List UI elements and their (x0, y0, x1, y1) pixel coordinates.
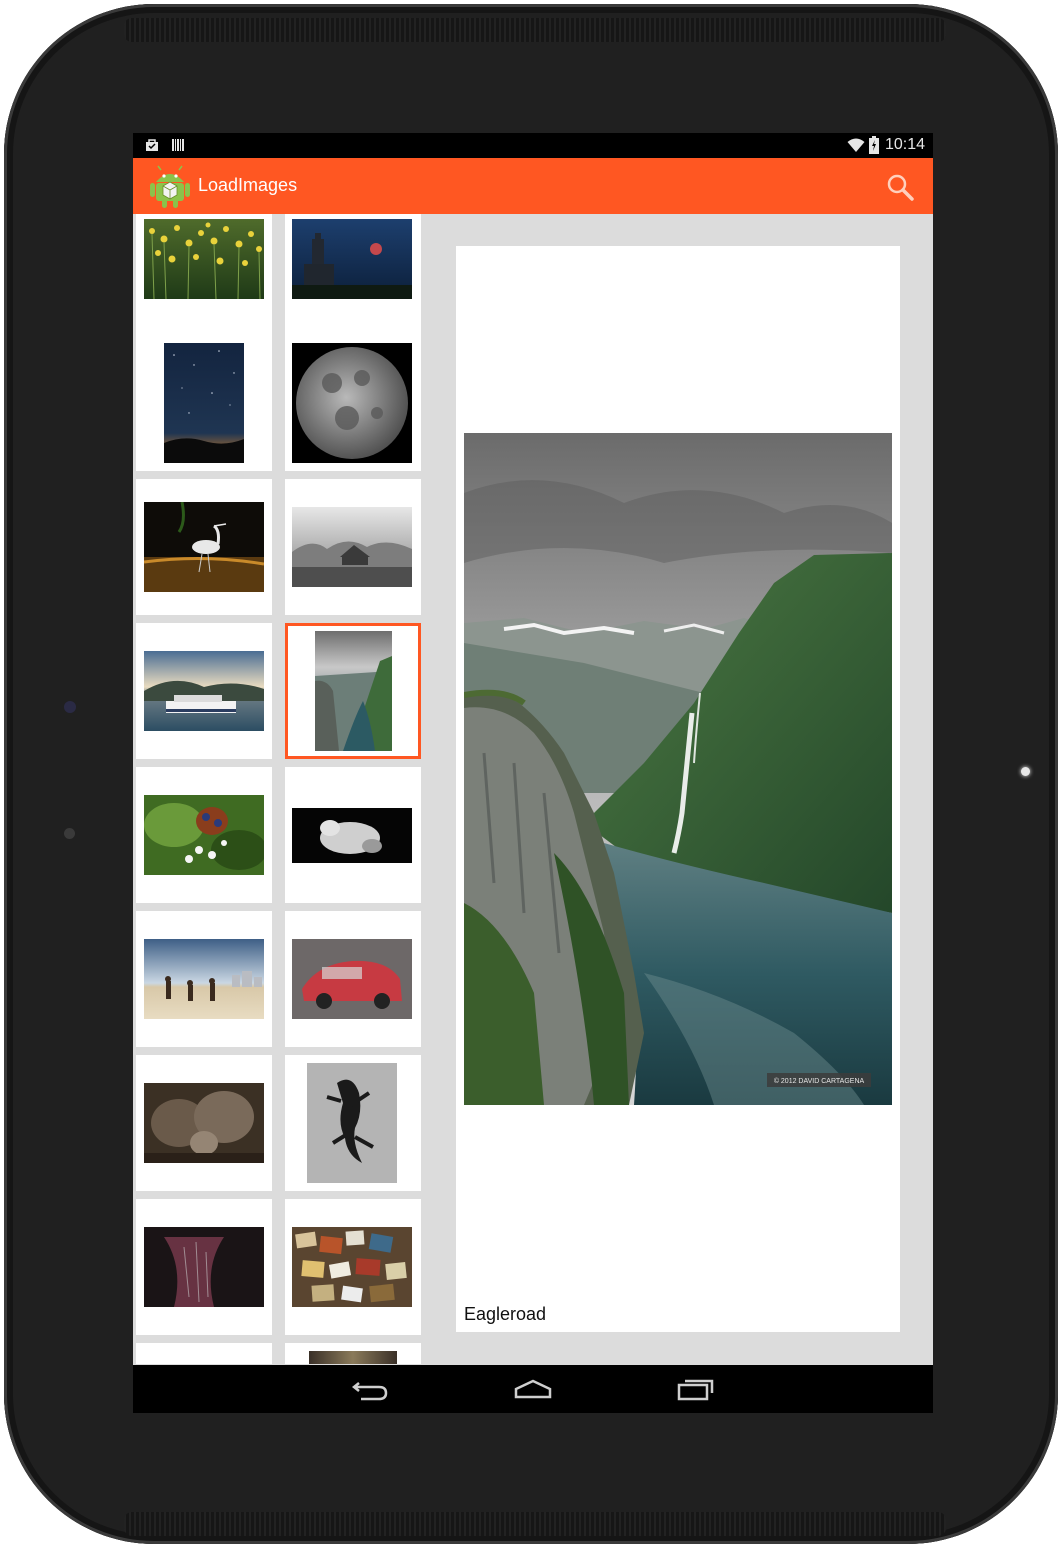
thumbnail-image (292, 507, 412, 587)
thumbnail-cell[interactable] (136, 479, 272, 615)
notification-led (1021, 767, 1030, 776)
thumbnail-cell[interactable] (285, 214, 421, 342)
bottom-speaker-grille (124, 1512, 946, 1536)
barcode-icon (172, 139, 184, 151)
thumbnail-image (164, 343, 244, 463)
detail-title: Eagleroad (464, 1304, 547, 1324)
back-icon[interactable] (351, 1375, 391, 1403)
thumbnail-cell[interactable] (136, 911, 272, 1047)
recents-icon[interactable] (675, 1375, 715, 1403)
thumbnail-image (144, 1083, 264, 1163)
thumbnail-image (292, 808, 412, 863)
thumbnail-cell[interactable] (285, 335, 421, 471)
thumbnail-cell[interactable] (285, 767, 421, 903)
thumbnail-cell[interactable] (285, 911, 421, 1047)
search-icon[interactable] (885, 172, 915, 202)
thumbnail-image (307, 1063, 397, 1183)
thumbnail-grid[interactable] (133, 214, 433, 1364)
clock: 10:14 (884, 136, 925, 153)
thumbnail-cell[interactable] (136, 623, 272, 759)
app-title: LoadImages (198, 175, 298, 195)
wifi-icon (847, 138, 865, 152)
action-bar: LoadImages (133, 158, 933, 214)
thumbnail-cell[interactable] (136, 1343, 272, 1364)
thumbnail-image (315, 631, 392, 751)
thumbnail-cell[interactable] (285, 1055, 421, 1191)
detail-image[interactable]: © 2012 DAVID CARTAGENA (464, 433, 892, 1105)
thumbnail-image (144, 219, 264, 299)
detail-panel: © 2012 DAVID CARTAGENA Eagleroad (456, 246, 900, 1332)
thumbnail-cell-selected[interactable] (285, 623, 421, 759)
thumbnail-cell[interactable] (136, 1199, 272, 1335)
thumbnail-image (144, 651, 264, 731)
thumbnail-image (292, 219, 412, 299)
thumbnail-image (292, 1227, 412, 1307)
thumbnail-image (144, 1227, 264, 1307)
detail-watermark: © 2012 DAVID CARTAGENA (774, 1077, 865, 1085)
thumbnail-cell[interactable] (136, 214, 272, 342)
screen: 10:14 LoadImages © 2012 DAVID CARTAGENA … (133, 133, 933, 1413)
thumbnail-cell[interactable] (136, 1055, 272, 1191)
thumbnail-cell[interactable] (285, 479, 421, 615)
thumbnail-cell[interactable] (136, 335, 272, 471)
top-speaker-grille (124, 18, 946, 42)
thumbnail-cell[interactable] (285, 1199, 421, 1335)
android-icon[interactable] (149, 164, 191, 208)
thumbnail-image (292, 343, 412, 463)
thumbnail-image (309, 1351, 397, 1364)
thumbnail-image (144, 502, 264, 592)
status-bar: 10:14 (133, 133, 933, 158)
light-sensor (64, 828, 75, 839)
navigation-bar (133, 1365, 933, 1413)
front-camera (64, 701, 76, 713)
battery-icon (869, 136, 879, 154)
thumbnail-image (292, 939, 412, 1019)
thumbnail-cell[interactable] (285, 1343, 421, 1364)
shopping-bag-icon (146, 139, 158, 151)
home-icon[interactable] (513, 1375, 553, 1403)
thumbnail-image (144, 939, 264, 1019)
thumbnail-cell[interactable] (136, 767, 272, 903)
thumbnail-image (144, 795, 264, 875)
